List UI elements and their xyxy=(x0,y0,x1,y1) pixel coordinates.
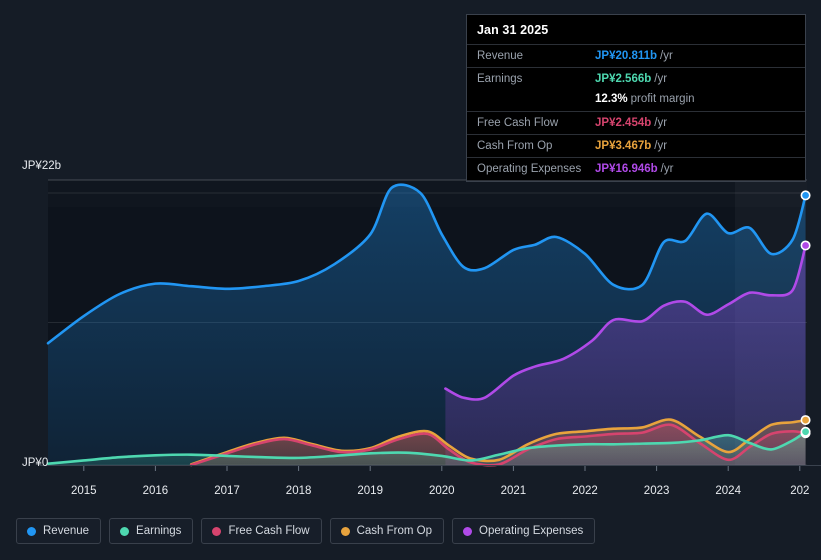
legend-color-dot-icon xyxy=(340,526,350,536)
endpoint-marker xyxy=(800,415,811,426)
legend-item-earnings[interactable]: Earnings xyxy=(109,518,194,544)
tooltip-row: Revenue JP¥20.811b/yr xyxy=(467,44,805,67)
tooltip-bottom-divider xyxy=(467,180,805,181)
tooltip-profit-margin-row: 12.3% profit margin xyxy=(467,90,805,111)
tooltip-rows: Revenue JP¥20.811b/yr Earnings JP¥2.566b/yr… xyxy=(467,44,805,181)
tooltip-row-value: JP¥2.454b xyxy=(595,117,652,129)
legend-color-dot-icon xyxy=(212,526,222,536)
legend-item-revenue[interactable]: Revenue xyxy=(16,518,102,544)
tooltip-row-unit: /yr xyxy=(660,163,674,175)
x-axis-label: 2024 xyxy=(715,485,741,497)
legend-item-label: Revenue xyxy=(43,525,90,537)
tooltip-row-label: Revenue xyxy=(477,50,524,62)
tooltip-row-unit: /yr xyxy=(654,117,668,129)
legend-item-label: Cash From Op xyxy=(356,525,433,537)
x-axis-label: 2019 xyxy=(357,485,383,497)
legend-item-free-cash-flow[interactable]: Free Cash Flow xyxy=(201,518,322,544)
legend-color-dot-icon xyxy=(120,526,130,536)
endpoint-marker xyxy=(800,240,811,251)
tooltip-row-label: Cash From Op xyxy=(477,140,553,152)
x-axis-label: 2016 xyxy=(142,485,169,497)
tooltip-row-unit: /yr xyxy=(654,140,668,152)
endpoint-marker xyxy=(800,190,811,201)
legend-color-dot-icon xyxy=(463,526,473,536)
x-axis-label: 2021 xyxy=(500,485,527,497)
tooltip-row-label: Free Cash Flow xyxy=(477,117,559,129)
legend-color-dot-icon xyxy=(27,526,36,536)
tooltip-row-unit: /yr xyxy=(660,50,673,62)
legend-item-operating-expenses[interactable]: Operating Expenses xyxy=(452,518,596,544)
tooltip-row-value: JP¥20.811b xyxy=(595,50,658,62)
tooltip-row-value: JP¥2.566b xyxy=(595,73,652,85)
profit-margin-label: profit margin xyxy=(630,93,695,105)
x-axis-ticks xyxy=(40,465,821,471)
chart-tooltip: Jan 31 2025 Revenue JP¥20.811b/yr Earnings… xyxy=(466,14,806,182)
x-axis-label: 2022 xyxy=(572,485,598,497)
legend-item-label: Free Cash Flow xyxy=(228,525,310,537)
profit-margin-value: 12.3% xyxy=(595,93,628,105)
chart-legend: Revenue Earnings Free Cash Flow Cash From O… xyxy=(16,518,596,544)
tooltip-row-label: Earnings xyxy=(477,73,523,85)
tooltip-row: Free Cash Flow JP¥2.454b/yr xyxy=(467,111,805,134)
tooltip-row-value: JP¥16.946b xyxy=(595,163,658,175)
tooltip-row: Earnings JP¥2.566b/yr xyxy=(467,67,805,90)
x-axis-label: 2015 xyxy=(71,485,97,497)
tooltip-row: Cash From Op JP¥3.467b/yr xyxy=(467,134,805,157)
tooltip-row: Operating Expenses JP¥16.946b/yr xyxy=(467,157,805,180)
endpoint-marker xyxy=(800,426,811,437)
legend-item-label: Earnings xyxy=(136,525,182,537)
tooltip-row-unit: /yr xyxy=(654,73,668,85)
legend-item-label: Operating Expenses xyxy=(479,525,584,537)
y-axis-top-label: JP¥22b xyxy=(22,160,62,172)
x-axis-label: 202 xyxy=(790,485,810,497)
financial-area-chart: JP¥22b JP¥0 2015 2016 2017 2018 2019 2020 2021… xyxy=(0,0,821,560)
legend-item-cash-from-op[interactable]: Cash From Op xyxy=(329,518,445,544)
tooltip-row-value: JP¥3.467b xyxy=(595,140,652,152)
tooltip-date: Jan 31 2025 xyxy=(477,23,549,37)
y-axis-zero-label: JP¥0 xyxy=(22,457,49,469)
x-axis-label: 2023 xyxy=(643,485,670,497)
x-axis-label: 2020 xyxy=(429,485,455,497)
tooltip-row-label: Operating Expenses xyxy=(477,163,582,175)
x-axis-label: 2018 xyxy=(285,485,312,497)
x-axis-label: 2017 xyxy=(214,485,240,497)
